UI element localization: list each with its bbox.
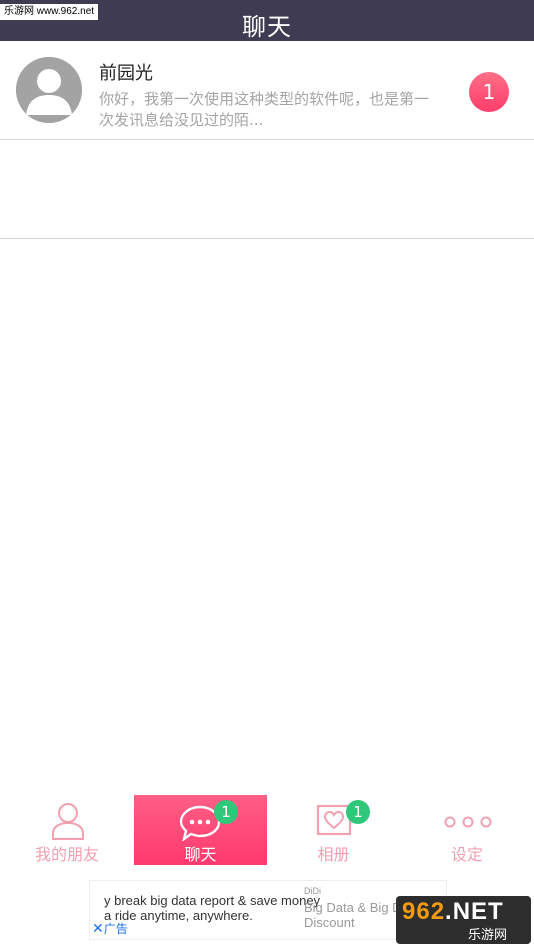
tab-label: 聊天 [184, 845, 217, 864]
tab-my-friends[interactable]: 我的朋友 [0, 795, 134, 865]
tab-album[interactable]: 1 相册 [267, 795, 400, 865]
tab-settings[interactable]: 设定 [400, 795, 534, 865]
ad-close-button[interactable]: ✕广告 [92, 921, 128, 936]
ad-subtitle: Discount [304, 915, 355, 930]
contact-name: 前园光 [99, 63, 153, 84]
tab-label: 设定 [450, 845, 483, 864]
person-icon [52, 803, 84, 840]
avatar [16, 57, 82, 123]
top-bar: 乐游网 www.962.net 聊天 [0, 0, 534, 41]
bottom-tab-bar: 我的朋友 1 聊天 1 相册 设定 [0, 795, 534, 865]
ad-text: y break big data report & save money [104, 893, 321, 908]
album-tab-badge: 1 [346, 800, 370, 824]
chat-list: 前园光 你好，我第一次使用这种类型的软件呢，也是第一次发讯息给没见过的陌... … [0, 41, 534, 239]
ad-banner[interactable]: y break big data report & save money a r… [89, 880, 447, 940]
site-logo: 962.NET 乐游网 [396, 896, 531, 944]
message-preview: 你好，我第一次使用这种类型的软件呢，也是第一次发讯息给没见过的陌... [99, 90, 430, 129]
tab-chat[interactable]: 1 聊天 [134, 795, 267, 865]
logo-number: 962 [402, 898, 446, 925]
tab-label: 我的朋友 [34, 845, 99, 864]
ad-label: 广告 [103, 922, 128, 936]
unread-count-badge: 1 [469, 72, 509, 112]
default-avatar-icon [16, 57, 82, 123]
tab-label: 相册 [317, 845, 350, 864]
page-title: 聊天 [242, 13, 292, 41]
ad-title: Big Data & Big D [304, 900, 402, 915]
empty-list-item [0, 140, 534, 239]
logo-subtitle: 乐游网 [468, 927, 508, 942]
chat-tab-badge: 1 [214, 800, 238, 824]
ad-brand: DiDi [304, 886, 321, 896]
close-icon: ✕ [92, 920, 104, 936]
more-dots-icon [444, 816, 492, 828]
logo-suffix: .NET [445, 898, 504, 925]
chat-list-item[interactable]: 前园光 你好，我第一次使用这种类型的软件呢，也是第一次发讯息给没见过的陌... … [0, 41, 534, 140]
